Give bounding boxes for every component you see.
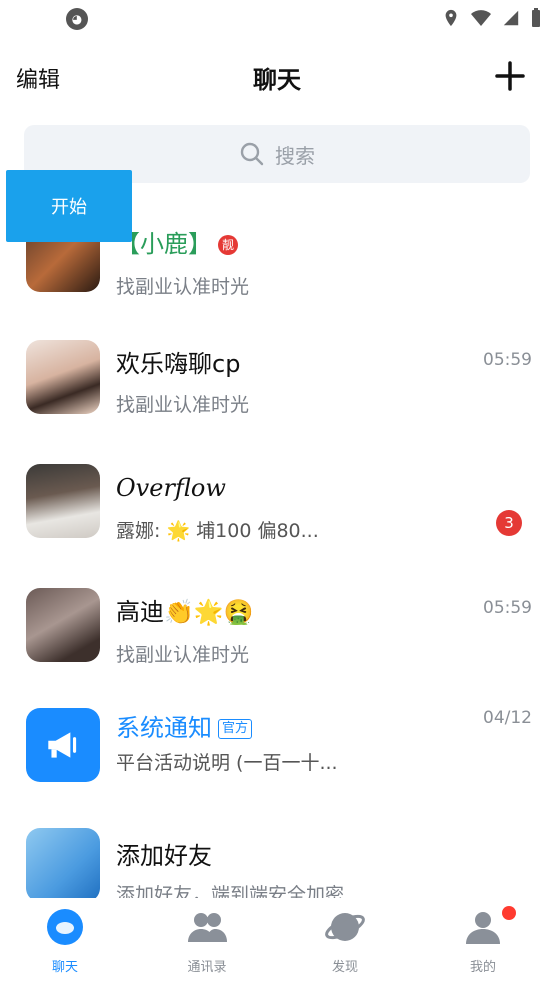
chat-bubble-icon (47, 909, 83, 945)
wifi-icon (471, 10, 491, 26)
conversation-time: 05:59 (483, 598, 532, 618)
cat-icon: ◕ (66, 8, 88, 30)
conversation-preview: 露娜: 🌟 埔100 偏80... (116, 520, 319, 542)
conversation-name-text: 系统通知 (116, 714, 212, 742)
conversation-time: 04/12 (483, 708, 532, 728)
vip-tag: 靓 (218, 235, 238, 255)
avatar (26, 708, 100, 782)
signal-icon (503, 10, 519, 26)
profile-icon (466, 912, 500, 944)
tab-discover[interactable]: 发现 (290, 904, 400, 976)
avatar (26, 828, 100, 902)
conversation-preview: 找副业认准时光 (116, 276, 250, 298)
conversation-name: Overflow (116, 474, 226, 502)
tab-chat[interactable]: 聊天 (10, 904, 120, 976)
official-tag: 官方 (218, 719, 253, 739)
conversation-name: 欢乐嗨聊cp (116, 350, 241, 378)
start-button[interactable]: 开始 (6, 170, 132, 242)
megaphone-icon (48, 732, 77, 758)
tab-contacts[interactable]: 通讯录 (152, 904, 262, 976)
tab-label: 我的 (469, 960, 496, 975)
tab-label: 聊天 (51, 960, 78, 975)
contacts-icon (188, 913, 227, 942)
conversation-preview: 平台活动说明 (一百一十... (116, 752, 338, 774)
search-placeholder: 搜索 (275, 143, 315, 168)
conversation-row[interactable]: 系统通知 官方 平台活动说明 (一百一十... 04/12 (0, 684, 554, 808)
status-bar: ◕ (0, 0, 554, 40)
page-title: 聊天 (253, 66, 301, 94)
unread-badge: 3 (496, 510, 522, 536)
plus-icon[interactable] (492, 58, 528, 94)
conversation-preview: 找副业认准时光 (116, 644, 250, 666)
conversation-row[interactable]: 欢乐嗨聊cp 找副业认准时光 05:59 (0, 312, 554, 436)
search-icon (240, 142, 264, 166)
tab-label: 通讯录 (187, 960, 227, 975)
avatar (26, 464, 100, 538)
battery-icon (532, 8, 540, 27)
notification-dot (502, 906, 516, 920)
bottom-tab-bar: 聊天 通讯录 发现 我的 (0, 898, 554, 984)
conversation-name: 系统通知 官方 (116, 708, 253, 743)
conversation-name: 添加好友 (116, 842, 212, 870)
status-icons (442, 8, 542, 28)
app-header: 编辑 聊天 (0, 46, 554, 110)
conversation-name: 高迪👏🌟🤮 (116, 598, 254, 626)
avatar (26, 340, 100, 414)
conversation-row[interactable]: Overflow 露娜: 🌟 埔100 偏80... 3 (0, 436, 554, 560)
conversation-row[interactable]: 高迪👏🌟🤮 找副业认准时光 05:59 (0, 560, 554, 684)
conversation-preview: 找副业认准时光 (116, 394, 250, 416)
location-icon (445, 9, 457, 27)
avatar (26, 588, 100, 662)
tab-profile[interactable]: 我的 (428, 904, 538, 976)
planet-icon (325, 913, 365, 941)
conversation-name: 【小鹿】靓 (116, 224, 238, 259)
conversation-time: 05:59 (483, 350, 532, 370)
tab-label: 发现 (331, 960, 358, 975)
